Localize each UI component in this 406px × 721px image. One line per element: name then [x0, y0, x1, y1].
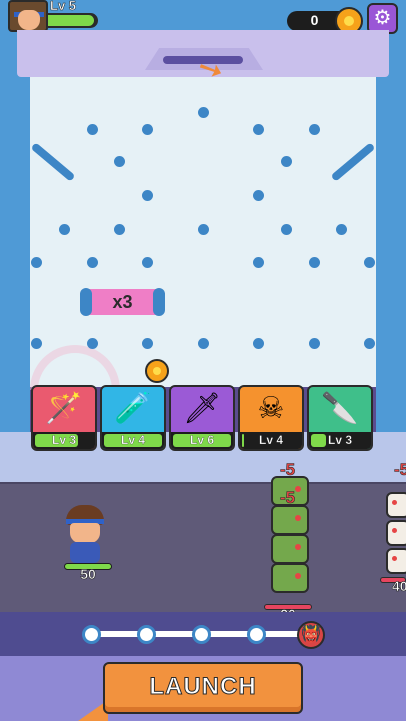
- peg: [87, 257, 98, 268]
- skeleton-enemy: [386, 548, 406, 574]
- peg: [309, 257, 320, 268]
- multiplier-label: x3: [112, 292, 133, 312]
- damage-number: -5: [280, 488, 296, 508]
- item-level-bar: Lv 4: [240, 432, 302, 449]
- gear-icon: ⚙: [373, 7, 392, 29]
- peg: [87, 124, 98, 135]
- xp-bar-fill: [48, 15, 94, 26]
- peg: [309, 124, 320, 135]
- peg: [59, 224, 70, 235]
- item-level-bar: Lv 3: [33, 432, 95, 449]
- player-avatar[interactable]: [8, 0, 48, 32]
- damage-number: -5: [394, 460, 406, 480]
- item-level-bar: Lv 3: [309, 432, 371, 449]
- item-level-label: Lv 6: [189, 433, 214, 447]
- peg: [281, 224, 292, 235]
- battlefield-ground: [0, 484, 406, 614]
- fire-wand-icon: 🪄: [45, 392, 83, 425]
- wave-node: [247, 625, 266, 644]
- item-level-label: Lv 3: [327, 433, 352, 447]
- ball-icon: [145, 359, 169, 383]
- wave-node: [137, 625, 156, 644]
- peg: [253, 124, 264, 135]
- green-potion-icon: 🧪: [114, 392, 152, 425]
- item-card-steel-sword[interactable]: 🔪 Lv 3: [307, 385, 373, 451]
- skeleton-enemy: [386, 520, 406, 546]
- player-level: Lv 5: [50, 0, 77, 13]
- poison-flask-icon: ☠: [257, 392, 285, 425]
- board-frame-right: [376, 42, 406, 442]
- peg: [31, 257, 42, 268]
- xp-bar: [46, 13, 98, 28]
- peg: [336, 224, 347, 235]
- item-card-poison-flask[interactable]: ☠ Lv 4: [238, 385, 304, 451]
- hero-hp: 50: [80, 566, 96, 583]
- peg: [364, 257, 375, 268]
- skeleton-hp: 40: [392, 578, 406, 595]
- coin-count: 0: [310, 12, 319, 28]
- peg: [142, 338, 153, 349]
- peg: [114, 224, 125, 235]
- steel-sword-icon: 🔪: [321, 392, 359, 425]
- goblin-enemy: [271, 534, 309, 564]
- golden-dagger-icon: 🗡: [182, 392, 222, 425]
- peg: [253, 190, 264, 201]
- goblin-enemy: [271, 505, 309, 535]
- peg: [87, 338, 98, 349]
- wave-node: [82, 625, 101, 644]
- peg: [198, 338, 209, 349]
- peg: [142, 124, 153, 135]
- peg: [114, 156, 125, 167]
- hero-character: [64, 505, 106, 563]
- multiplier-bar: x3: [80, 288, 165, 316]
- peg: [142, 190, 153, 201]
- boss-demon-icon: 👹: [297, 621, 325, 649]
- peg: [198, 107, 209, 118]
- wave-node: [192, 625, 211, 644]
- damage-number: -5: [280, 460, 296, 480]
- peg: [364, 338, 375, 349]
- skeleton-enemy: [386, 492, 406, 518]
- peg: [142, 257, 153, 268]
- peg: [309, 338, 320, 349]
- item-level-fill: [242, 434, 245, 447]
- item-level-bar: Lv 4: [102, 432, 164, 449]
- launch-button[interactable]: LAUNCH: [103, 662, 303, 714]
- peg: [281, 156, 292, 167]
- item-level-label: Lv 4: [258, 433, 283, 447]
- peg: [253, 257, 264, 268]
- item-level-bar: Lv 6: [171, 432, 233, 449]
- goblin-enemy: [271, 563, 309, 593]
- peg: [253, 338, 264, 349]
- item-level-label: Lv 4: [120, 433, 145, 447]
- item-level-label: Lv 3: [51, 433, 76, 447]
- board-frame-left: [0, 42, 30, 442]
- peg: [31, 338, 42, 349]
- peg: [198, 224, 209, 235]
- item-card-fire-wand[interactable]: 🪄 Lv 3: [31, 385, 97, 451]
- item-card-golden-dagger[interactable]: 🗡 Lv 6: [169, 385, 235, 451]
- item-level-fill: [311, 434, 326, 447]
- item-card-green-potion[interactable]: 🧪 Lv 4: [100, 385, 166, 451]
